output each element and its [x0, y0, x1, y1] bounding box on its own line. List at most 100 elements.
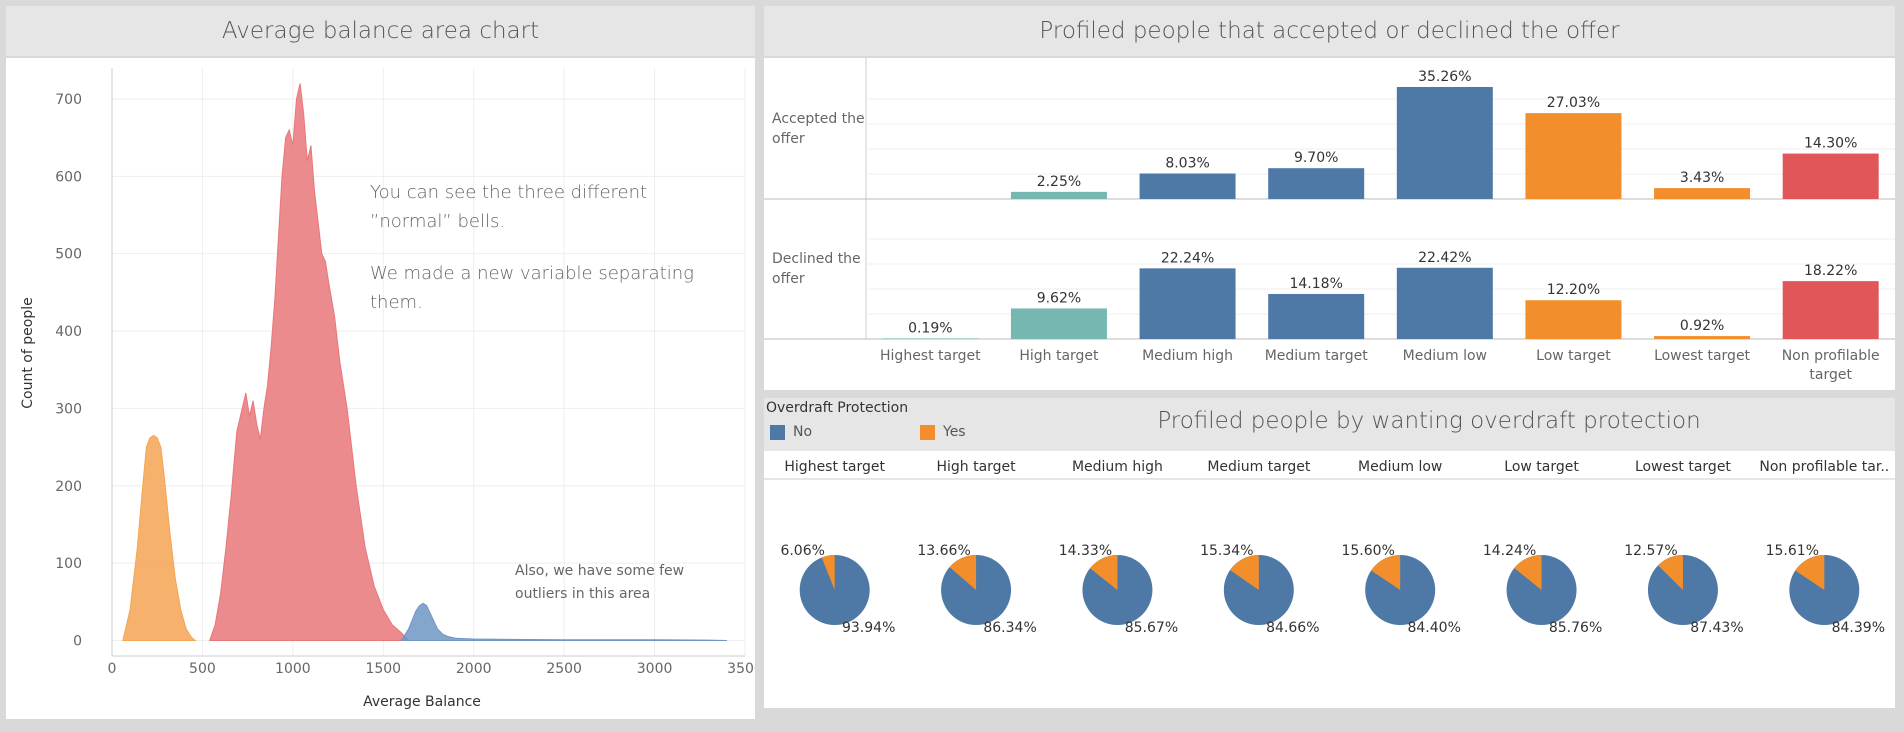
x-category-label: Medium high — [1142, 348, 1233, 364]
bar — [1139, 173, 1236, 199]
y-tick-label: 300 — [55, 401, 82, 417]
row-label: offer — [772, 131, 805, 147]
x-tick-label: 1000 — [275, 661, 311, 677]
x-category-label: Medium target — [1265, 348, 1369, 364]
annotation-outliers: Also, we have some few outliers in this … — [515, 560, 684, 606]
bar-data-label: 27.03% — [1547, 95, 1600, 111]
x-tick-label: 3500 — [727, 661, 755, 677]
x-tick-label: 1500 — [365, 661, 401, 677]
bar — [1525, 113, 1622, 199]
row-label: Accepted the — [772, 111, 865, 127]
row-label: offer — [772, 271, 805, 287]
legend-swatch-yes — [920, 424, 935, 440]
annotation-bells: You can see the three different ”normal”… — [370, 178, 647, 236]
pie-label-no: 86.34% — [983, 620, 1036, 636]
legend-swatch-no — [770, 424, 785, 440]
legend-label-yes: Yes — [943, 424, 966, 440]
y-axis-title: Count of people — [20, 297, 36, 408]
pie-label-yes: 15.61% — [1766, 543, 1819, 559]
row-label: Declined the — [772, 251, 861, 267]
pie-label-yes: 15.34% — [1200, 543, 1253, 559]
annotation-variable-line-2: them. — [370, 292, 423, 313]
bar-data-label: 18.22% — [1804, 263, 1857, 279]
bar — [1782, 281, 1879, 339]
x-category-label: High target — [1019, 348, 1099, 364]
bar-data-label: 22.24% — [1161, 250, 1214, 266]
pie-label-no: 85.76% — [1549, 620, 1602, 636]
pie-column-header: Non profilable tar.. — [1759, 459, 1889, 475]
x-category-label: Medium low — [1403, 348, 1487, 364]
bar-data-label: 14.30% — [1804, 136, 1857, 152]
pie-label-yes: 14.33% — [1059, 543, 1112, 559]
legend-item-yes[interactable]: Yes — [920, 423, 966, 441]
bar-data-label: 12.20% — [1547, 282, 1600, 298]
pie-chart: Highest target High target Medium high Medi… — [764, 459, 1895, 636]
pie-column-header: Lowest target — [1635, 459, 1731, 475]
bar-data-label: 35.26% — [1418, 69, 1471, 85]
bar — [1654, 336, 1751, 339]
pie-label-yes: 14.24% — [1483, 543, 1536, 559]
x-tick-label: 0 — [108, 661, 117, 677]
bar-data-label: 14.18% — [1289, 276, 1342, 292]
pie-label-no: 84.40% — [1407, 620, 1460, 636]
area-series-0 — [122, 434, 197, 642]
bar — [882, 338, 979, 339]
x-axis-title: Average Balance — [363, 694, 481, 710]
bar — [1782, 153, 1879, 199]
area-chart-title: Average balance area chart — [6, 6, 755, 56]
legend-item-no[interactable]: No — [770, 423, 812, 441]
bar-data-label: 0.92% — [1680, 318, 1724, 334]
bar — [1139, 268, 1236, 339]
bar — [1010, 308, 1107, 339]
pie-column-header: Medium target — [1207, 459, 1311, 475]
annotation-outliers-line-2: outliers in this area — [515, 586, 651, 602]
bar-data-label: 8.03% — [1165, 155, 1209, 171]
pie-label-yes: 13.66% — [917, 543, 970, 559]
y-tick-label: 100 — [55, 556, 82, 572]
area-chart: 0 500 1000 1500 2000 2500 3000 3500 0 100 200 300 40… — [20, 68, 763, 710]
x-tick-label: 3000 — [637, 661, 673, 677]
x-category-label: target — [1809, 367, 1852, 383]
pie-label-yes: 15.60% — [1341, 543, 1394, 559]
pie-label-yes: 6.06% — [780, 543, 824, 559]
x-tick-label: 2500 — [546, 661, 582, 677]
y-tick-label: 0 — [73, 634, 82, 650]
bar — [1396, 87, 1493, 199]
bar-data-label: 2.25% — [1037, 174, 1081, 190]
bar-data-label: 9.70% — [1294, 150, 1338, 166]
y-tick-label: 200 — [55, 479, 82, 495]
y-tick-label: 400 — [55, 324, 82, 340]
pie-column-header: Medium low — [1358, 459, 1442, 475]
legend-title: Overdraft Protection — [766, 400, 909, 416]
pie-label-no: 84.39% — [1832, 620, 1885, 636]
pie-column-header: Low target — [1504, 459, 1579, 475]
annotation-variable-line-1: We made a new variable separating — [370, 263, 694, 284]
bar-data-label: 0.19% — [908, 320, 952, 336]
bar-data-label: 9.62% — [1037, 290, 1081, 306]
pie-label-no: 85.67% — [1125, 620, 1178, 636]
annotation-outliers-line-1: Also, we have some few — [515, 563, 685, 579]
pie-label-no: 87.43% — [1690, 620, 1743, 636]
legend-label-no: No — [793, 424, 813, 440]
bar-data-label: 22.42% — [1418, 250, 1471, 266]
x-category-label: Non profilable — [1782, 348, 1880, 364]
y-tick-label: 500 — [55, 247, 82, 263]
bar — [1268, 293, 1365, 339]
bar-chart: Accepted the offer 2.25% 8.03% 9.70% 35.26% 27… — [764, 58, 1895, 383]
pie-column-header: Highest target — [784, 459, 885, 475]
x-category-label: Lowest target — [1654, 348, 1750, 364]
pie-label-no: 93.94% — [842, 620, 895, 636]
x-tick-label: 500 — [189, 661, 216, 677]
bar-chart-panel: Accepted the offer 2.25% 8.03% 9.70% 35.26% 27… — [764, 58, 1895, 390]
pie-panel: Overdraft Protection No Yes Profiled peo… — [764, 398, 1895, 708]
pie-column-header: Medium high — [1072, 459, 1163, 475]
bar — [1010, 191, 1107, 199]
bar — [1396, 267, 1493, 339]
y-tick-label: 600 — [55, 169, 82, 185]
x-category-label: Low target — [1536, 348, 1611, 364]
annotation-variable: We made a new variable separating them. — [370, 259, 694, 317]
area-series-1 — [208, 83, 410, 642]
annotation-bells-line-2: ”normal” bells. — [370, 211, 506, 232]
bar — [1525, 300, 1622, 339]
pie-column-header: High target — [936, 459, 1016, 475]
